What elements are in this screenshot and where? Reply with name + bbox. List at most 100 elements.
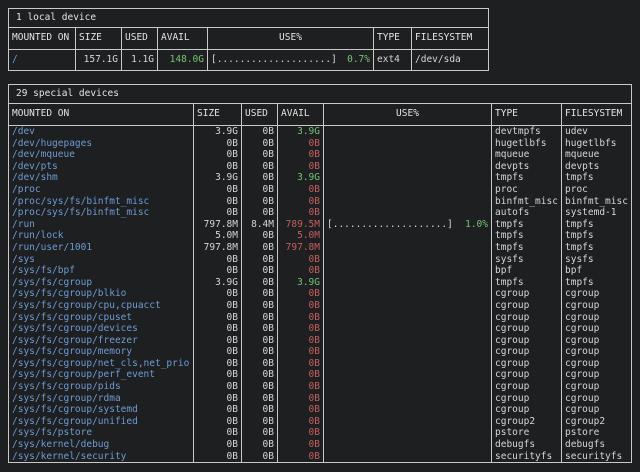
size-value: 0B [193,149,241,161]
size-value: 0B [193,265,241,277]
fs-type: securityfs [491,451,561,463]
device-row: /sys/fs/cgroup/blkio 0B 0B 0B cgroup cgr… [9,288,631,300]
usage-cell [323,265,491,277]
avail-value: 0B [277,323,323,335]
local-table-rows: / 157.1G 1.1G 148.0G [..................… [9,50,488,70]
usage-bar: [....................] [327,219,453,231]
filesystem-name: cgroup [561,404,631,416]
avail-value: 0B [277,439,323,451]
header-avail: AVAIL [157,28,207,49]
size-value: 797.8M [193,219,241,231]
size-value: 0B [193,254,241,266]
usage-cell [323,207,491,219]
filesystem-name: tmpfs [561,230,631,242]
fs-type: cgroup [491,312,561,324]
size-value: 0B [193,427,241,439]
mount-point: /sys/fs/cgroup/perf_event [9,369,193,381]
size-value: 3.9G [193,126,241,138]
avail-value: 0B [277,358,323,370]
usage-cell [323,346,491,358]
device-row: /proc/sys/fs/binfmt_misc 0B 0B 0B autofs… [9,207,631,219]
filesystem-name: cgroup [561,346,631,358]
used-value: 0B [241,393,277,405]
size-value: 0B [193,312,241,324]
device-row: /run/lock 5.0M 0B 5.0M tmpfs tmpfs [9,230,631,242]
usage-cell [323,312,491,324]
fs-type: hugetlbfs [491,138,561,150]
used-value: 0B [241,126,277,138]
header-mounted-on: MOUNTED ON [9,28,75,49]
filesystem-name: cgroup2 [561,416,631,428]
avail-value: 0B [277,288,323,300]
filesystem-name: cgroup [561,393,631,405]
header-use-percent: USE% [207,28,373,49]
device-row: /sys/kernel/security 0B 0B 0B securityfs… [9,451,631,463]
usage-cell [323,161,491,173]
special-devices-table: 29 special devices MOUNTED ON SIZE USED … [8,84,632,463]
usage-cell [323,369,491,381]
mount-point: /proc/sys/fs/binfmt_misc [9,196,193,208]
usage-percent: 1.0% [465,219,488,231]
filesystem-name: devpts [561,161,631,173]
avail-value: 0B [277,300,323,312]
filesystem-name: securityfs [561,451,631,463]
avail-value: 0B [277,393,323,405]
size-value: 0B [193,439,241,451]
mount-point: /proc/sys/fs/binfmt_misc [9,207,193,219]
mount-point: /sys/fs/bpf [9,265,193,277]
filesystem-name: cgroup [561,312,631,324]
filesystem-name: debugfs [561,439,631,451]
size-value: 0B [193,184,241,196]
fs-type: tmpfs [491,242,561,254]
device-row: /dev/pts 0B 0B 0B devpts devpts [9,161,631,173]
mount-point: /sys/fs/cgroup [9,277,193,289]
mount-point: /run/lock [9,230,193,242]
size-value: 3.9G [193,172,241,184]
fs-type: devpts [491,161,561,173]
usage-cell [323,404,491,416]
filesystem-name: tmpfs [561,219,631,231]
filesystem-name: sysfs [561,254,631,266]
usage-cell [323,358,491,370]
header-type: TYPE [373,28,411,49]
avail-value: 0B [277,138,323,150]
usage-cell [323,323,491,335]
usage-cell [323,242,491,254]
usage-cell: [....................] 0.7% [207,50,373,70]
used-value: 0B [241,138,277,150]
usage-percent: 0.7% [347,50,370,70]
device-row: /sys/fs/cgroup/net_cls,net_prio 0B 0B 0B… [9,358,631,370]
size-value: 0B [193,300,241,312]
avail-value: 3.9G [277,172,323,184]
filesystem-name: proc [561,184,631,196]
mount-point: /dev [9,126,193,138]
mount-point: /sys/kernel/debug [9,439,193,451]
used-value: 0B [241,404,277,416]
usage-bar: [....................] [211,50,337,70]
usage-cell [323,381,491,393]
device-row: / 157.1G 1.1G 148.0G [..................… [9,50,488,70]
fs-type: binfmt_misc [491,196,561,208]
mount-point: /proc [9,184,193,196]
used-value: 0B [241,335,277,347]
used-value: 0B [241,254,277,266]
device-row: /sys/fs/cgroup/perf_event 0B 0B 0B cgrou… [9,369,631,381]
usage-cell [323,230,491,242]
avail-value: 0B [277,149,323,161]
used-value: 0B [241,265,277,277]
usage-cell [323,439,491,451]
filesystem-name: bpf [561,265,631,277]
mount-point: /sys/fs/cgroup/freezer [9,335,193,347]
used-value: 0B [241,161,277,173]
device-row: /sys/fs/cgroup 3.9G 0B 3.9G tmpfs tmpfs [9,277,631,289]
filesystem-name: cgroup [561,358,631,370]
avail-value: 3.9G [277,126,323,138]
avail-value: 0B [277,451,323,463]
fs-type: cgroup [491,358,561,370]
fs-type: tmpfs [491,230,561,242]
special-table-header: MOUNTED ON SIZE USED AVAIL USE% TYPE FIL… [9,104,631,126]
size-value: 797.8M [193,242,241,254]
avail-value: 0B [277,346,323,358]
filesystem-name: pstore [561,427,631,439]
device-row: /sys/fs/cgroup/memory 0B 0B 0B cgroup cg… [9,346,631,358]
